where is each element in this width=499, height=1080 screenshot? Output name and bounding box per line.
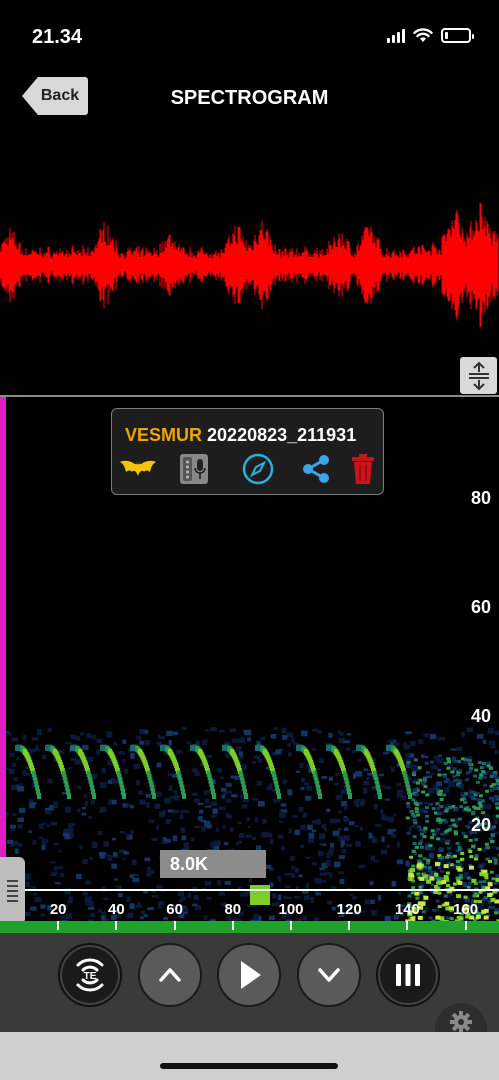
y-axis-label-60: 60 (470, 597, 491, 617)
grip-icon (7, 880, 18, 902)
x-axis-tick (348, 921, 351, 930)
x-axis-label: 160 (453, 901, 479, 918)
x-axis-label: 60 (166, 901, 183, 918)
cellular-signal-icon (387, 28, 405, 43)
frequency-slider-handle[interactable] (0, 857, 25, 925)
frequency-line (25, 889, 499, 891)
resize-panels-button[interactable] (460, 357, 497, 394)
home-indicator[interactable] (160, 1063, 338, 1069)
expand-vertical-icon (468, 361, 489, 390)
x-axis-tick (115, 921, 118, 930)
recording-actions (120, 452, 378, 486)
x-axis-tick (406, 921, 409, 930)
wifi-icon (413, 28, 433, 42)
x-axis-label: 100 (278, 901, 304, 918)
page-title: SPECTROGRAM (170, 87, 329, 109)
audio-waveform[interactable] (0, 170, 499, 360)
y-axis-label-80: 80 (470, 488, 491, 508)
x-axis-label: 20 (49, 901, 67, 918)
playhead-cursor[interactable] (0, 397, 6, 933)
trash-icon[interactable] (345, 452, 381, 486)
play-button[interactable] (217, 943, 281, 1007)
chevron-up-icon (159, 968, 181, 982)
gear-icon (450, 1011, 472, 1033)
scroll-down-button[interactable] (297, 943, 361, 1007)
x-axis-label: 40 (108, 901, 125, 918)
x-axis-tick (57, 921, 60, 930)
bottom-strip (0, 1032, 499, 1080)
nav-bar: Back SPECTROGRAM (0, 70, 499, 125)
x-axis-tick (464, 921, 467, 930)
bat-icon[interactable] (120, 452, 156, 486)
recording-title: VESMUR 20220823_211931 (125, 425, 356, 446)
compass-icon[interactable] (240, 452, 276, 486)
te-button[interactable]: TE (58, 943, 122, 1007)
share-icon[interactable] (298, 452, 334, 486)
recording-filename: 20220823_211931 (207, 425, 357, 445)
y-axis-label-20: 20 (470, 815, 491, 835)
recorder-icon[interactable] (176, 452, 212, 486)
recording-info-card: VESMUR 20220823_211931 (111, 408, 384, 495)
x-axis-tick (290, 921, 292, 930)
pause-button[interactable] (376, 943, 440, 1007)
pause-icon (396, 964, 420, 986)
scroll-up-button[interactable] (138, 943, 202, 1007)
x-axis-tick (231, 921, 234, 930)
status-bar: 21.34 (0, 0, 499, 70)
frequency-marker[interactable]: 8.0K (160, 850, 266, 878)
x-axis-label: 80 (224, 901, 242, 918)
x-axis-label: 140 (394, 901, 420, 918)
x-axis-tick (173, 921, 176, 930)
status-icons (387, 28, 474, 43)
x-axis-label: 120 (336, 901, 362, 918)
y-axis-label-40: 40 (470, 706, 491, 726)
battery-icon (441, 28, 474, 43)
play-icon (241, 961, 261, 989)
status-time: 21.34 (32, 26, 83, 48)
timeline-bar[interactable] (0, 921, 499, 933)
svg-text:TE: TE (84, 971, 97, 982)
species-code[interactable]: VESMUR (125, 425, 202, 445)
time-expansion-icon: TE (76, 958, 104, 992)
chevron-down-icon (318, 968, 340, 982)
